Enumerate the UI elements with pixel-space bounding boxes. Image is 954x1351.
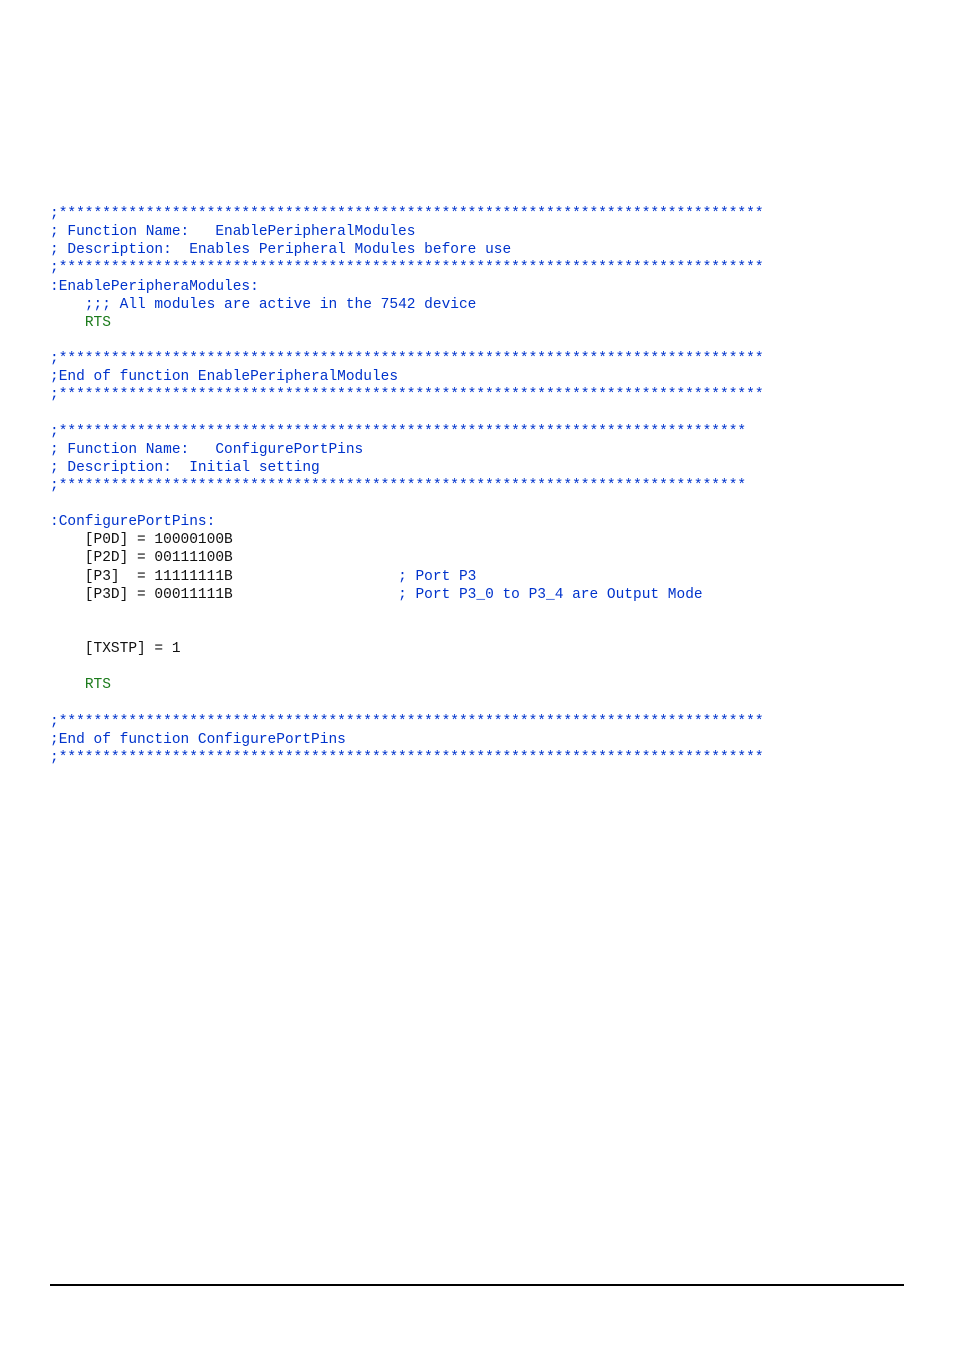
code-segment: :EnablePeripheraModules: xyxy=(50,279,259,295)
code-line: ;***************************************… xyxy=(50,477,904,495)
code-segment: ; Function Name: ConfigurePortPins xyxy=(50,442,363,458)
code-line: ;End of function EnablePeripheralModules xyxy=(50,368,904,386)
code-segment xyxy=(50,677,85,693)
code-line: [TXSTP] = 1 xyxy=(50,640,904,658)
code-segment xyxy=(50,297,85,313)
code-line: [P3] = 11111111B ; Port P3 xyxy=(50,568,904,586)
code-segment: ;***************************************… xyxy=(50,387,764,403)
code-segment: ; Description: Initial setting xyxy=(50,460,320,476)
code-segment: [P3D] = 00011111B xyxy=(50,587,398,603)
footer-rule xyxy=(50,1284,904,1286)
code-segment: ;***************************************… xyxy=(50,206,764,222)
code-segment: [P0D] = 10000100B xyxy=(50,532,233,548)
code-segment: :ConfigurePortPins: xyxy=(50,514,215,530)
code-line xyxy=(50,495,904,513)
code-segment: ; Port P3_0 to P3_4 are Output Mode xyxy=(398,587,703,603)
code-segment: [P2D] = 00111100B xyxy=(50,550,233,566)
code-segment: ;***************************************… xyxy=(50,478,746,494)
code-segment: ;***************************************… xyxy=(50,714,764,730)
code-line: ;End of function ConfigurePortPins xyxy=(50,731,904,749)
code-segment: ; Port P3 xyxy=(398,569,476,585)
code-line: ; Function Name: EnablePeripheralModules xyxy=(50,223,904,241)
code-line: ; Function Name: ConfigurePortPins xyxy=(50,441,904,459)
code-line: ;***************************************… xyxy=(50,386,904,404)
code-segment: [P3] = 11111111B xyxy=(50,569,398,585)
code-segment: [TXSTP] = 1 xyxy=(50,641,181,657)
code-line: ;***************************************… xyxy=(50,749,904,767)
code-line: ;***************************************… xyxy=(50,259,904,277)
code-line xyxy=(50,658,904,676)
code-line: [P3D] = 00011111B ; Port P3_0 to P3_4 ar… xyxy=(50,586,904,604)
code-segment: ;End of function ConfigurePortPins xyxy=(50,732,346,748)
code-line xyxy=(50,694,904,712)
code-line xyxy=(50,604,904,622)
code-line: ;***************************************… xyxy=(50,423,904,441)
code-line: [P2D] = 00111100B xyxy=(50,549,904,567)
code-segment: ;;; All modules are active in the 7542 d… xyxy=(85,297,477,313)
code-line: :ConfigurePortPins: xyxy=(50,513,904,531)
code-line: ;***************************************… xyxy=(50,350,904,368)
code-segment: ; Function Name: EnablePeripheralModules xyxy=(50,224,415,240)
code-segment xyxy=(50,315,85,331)
code-segment: ;***************************************… xyxy=(50,351,764,367)
code-line xyxy=(50,622,904,640)
code-line: ;;; All modules are active in the 7542 d… xyxy=(50,296,904,314)
code-line xyxy=(50,332,904,350)
code-segment: ;***************************************… xyxy=(50,424,746,440)
code-line: RTS xyxy=(50,314,904,332)
code-line: ; Description: Initial setting xyxy=(50,459,904,477)
code-line: ;***************************************… xyxy=(50,713,904,731)
code-segment: ; Description: Enables Peripheral Module… xyxy=(50,242,511,258)
code-segment: ;End of function EnablePeripheralModules xyxy=(50,369,398,385)
code-segment: ;***************************************… xyxy=(50,260,764,276)
code-segment: ;***************************************… xyxy=(50,750,764,766)
code-line: ; Description: Enables Peripheral Module… xyxy=(50,241,904,259)
code-segment: RTS xyxy=(85,315,111,331)
code-segment: RTS xyxy=(85,677,111,693)
code-line: [P0D] = 10000100B xyxy=(50,531,904,549)
code-listing: ;***************************************… xyxy=(50,205,904,767)
code-line: RTS xyxy=(50,676,904,694)
code-line xyxy=(50,404,904,422)
code-line: ;***************************************… xyxy=(50,205,904,223)
code-line: :EnablePeripheraModules: xyxy=(50,278,904,296)
